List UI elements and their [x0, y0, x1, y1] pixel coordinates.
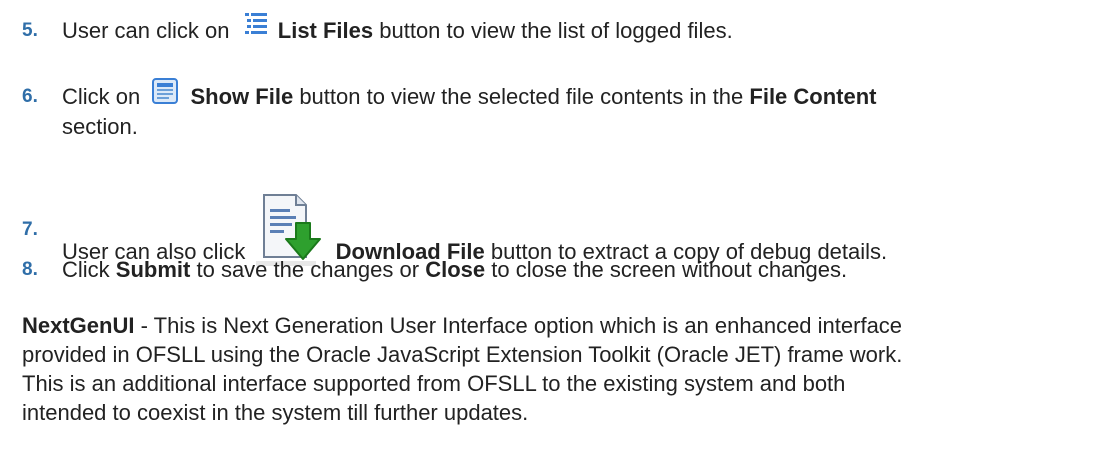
close-label: Close	[425, 257, 486, 282]
step-number: 5.	[22, 20, 38, 41]
list-icon	[244, 11, 268, 37]
step-text-line2: section.	[62, 114, 138, 139]
paragraph-line-4: intended to coexist in the system till f…	[22, 400, 529, 425]
step-text-after: button to view the list of logged files.	[379, 18, 733, 43]
show-file-label: Show File	[190, 84, 294, 109]
file-content-label: File Content	[749, 84, 877, 109]
paragraph-line-2: provided in OFSLL using the Oracle JavaS…	[22, 342, 903, 367]
show-file-icon	[152, 78, 179, 105]
step-text: User can click on List Files button to v…	[62, 13, 733, 46]
step-text-before: User can click on	[62, 18, 230, 43]
step-text-after: to close the screen without changes.	[491, 257, 848, 282]
step-text-middle: button to view the selected file content…	[299, 84, 744, 109]
step-text: Click on Show File button to view the se…	[62, 78, 877, 112]
step-text-middle: to save the changes or	[196, 257, 420, 282]
step-text-before: Click on	[62, 84, 141, 109]
nextgenui-term: NextGenUI	[22, 313, 135, 338]
paragraph-line-3: This is an additional interface supporte…	[22, 371, 846, 396]
step-text-before: Click	[62, 257, 110, 282]
list-files-label: List Files	[277, 18, 374, 43]
step-number: 8.	[22, 259, 38, 280]
step-number: 6.	[22, 86, 38, 107]
step-number: 7.	[22, 219, 38, 240]
paragraph-line-1: NextGenUI - This is Next Generation User…	[22, 313, 903, 338]
submit-label: Submit	[115, 257, 191, 282]
step-text: Click Submit to save the changes or Clos…	[62, 255, 847, 285]
nextgenui-paragraph: NextGenUI - This is Next Generation User…	[22, 311, 1082, 427]
